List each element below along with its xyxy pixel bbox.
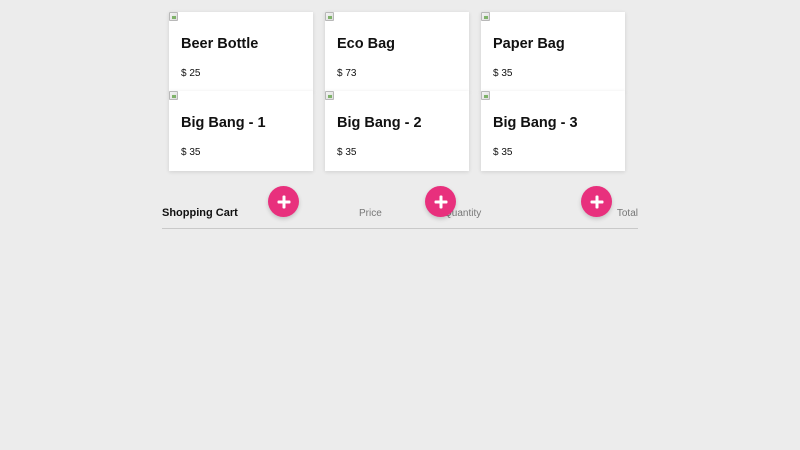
product-price: $ 73 [337,68,357,79]
cart-column-price: Price [359,208,382,219]
page: Beer Bottle $ 25 Eco Bag $ 73 Paper Bag … [0,0,800,450]
broken-image-icon [169,91,178,100]
add-to-cart-button[interactable] [581,186,612,217]
product-card-paper-bag[interactable]: Paper Bag $ 35 [481,12,625,92]
product-price: $ 35 [493,68,513,79]
broken-image-icon [481,12,490,21]
cart-column-total: Total [616,208,638,219]
broken-image-icon [481,91,490,100]
product-name: Big Bang - 2 [337,115,422,131]
product-name: Paper Bag [493,36,565,52]
product-name: Big Bang - 1 [181,115,266,131]
plus-icon [434,195,447,208]
broken-image-icon [325,12,334,21]
product-name: Beer Bottle [181,36,259,52]
product-price: $ 35 [181,147,201,158]
product-card-big-bang-1[interactable]: Big Bang - 1 $ 35 [169,91,313,171]
product-card-beer-bottle[interactable]: Beer Bottle $ 25 [169,12,313,92]
add-to-cart-button[interactable] [425,186,456,217]
cart-title: Shopping Cart [162,207,238,219]
plus-icon [277,195,290,208]
product-card-eco-bag[interactable]: Eco Bag $ 73 [325,12,469,92]
product-price: $ 35 [493,147,513,158]
product-price: $ 35 [337,147,357,158]
broken-image-icon [325,91,334,100]
add-to-cart-button[interactable] [268,186,299,217]
product-name: Eco Bag [337,36,396,52]
product-card-big-bang-3[interactable]: Big Bang - 3 $ 35 [481,91,625,171]
product-price: $ 25 [181,68,201,79]
product-name: Big Bang - 3 [493,115,578,131]
product-card-big-bang-2[interactable]: Big Bang - 2 $ 35 [325,91,469,171]
plus-icon [590,195,603,208]
broken-image-icon [169,12,178,21]
cart-header: Shopping Cart Price Quantity Total [162,204,638,229]
